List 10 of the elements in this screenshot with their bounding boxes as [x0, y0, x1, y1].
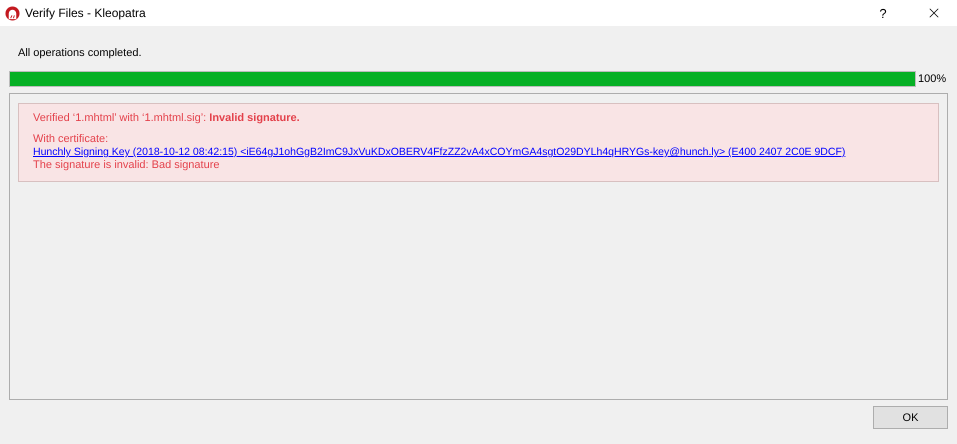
app-logo-icon	[5, 6, 20, 20]
progress-percent: 100%	[918, 73, 946, 85]
signature-detail: The signature is invalid: Bad signature	[33, 159, 220, 172]
window-title: Verify Files - Kleopatra	[25, 6, 147, 20]
ok-button[interactable]: OK	[873, 406, 948, 429]
help-button[interactable]: ?	[860, 0, 906, 26]
verification-summary: Verified ‘1.mhtml’ with ‘1.mhtml.sig’: Invalid signature.	[33, 112, 300, 125]
status-text: All operations completed.	[18, 47, 142, 61]
certificate-label: With certificate:	[33, 133, 108, 146]
certificate-link[interactable]: Hunchly Signing Key (2018-10-12 08:42:15) <iE64gJ1ohGgB2ImC9JxVuKDxOBERV4FfzZZ2vA4xCOYmGA4sgtO29DYLh4qHRYGs-key@hunch.ly> (E400 2407 2C0E 9DCF)	[33, 146, 846, 159]
